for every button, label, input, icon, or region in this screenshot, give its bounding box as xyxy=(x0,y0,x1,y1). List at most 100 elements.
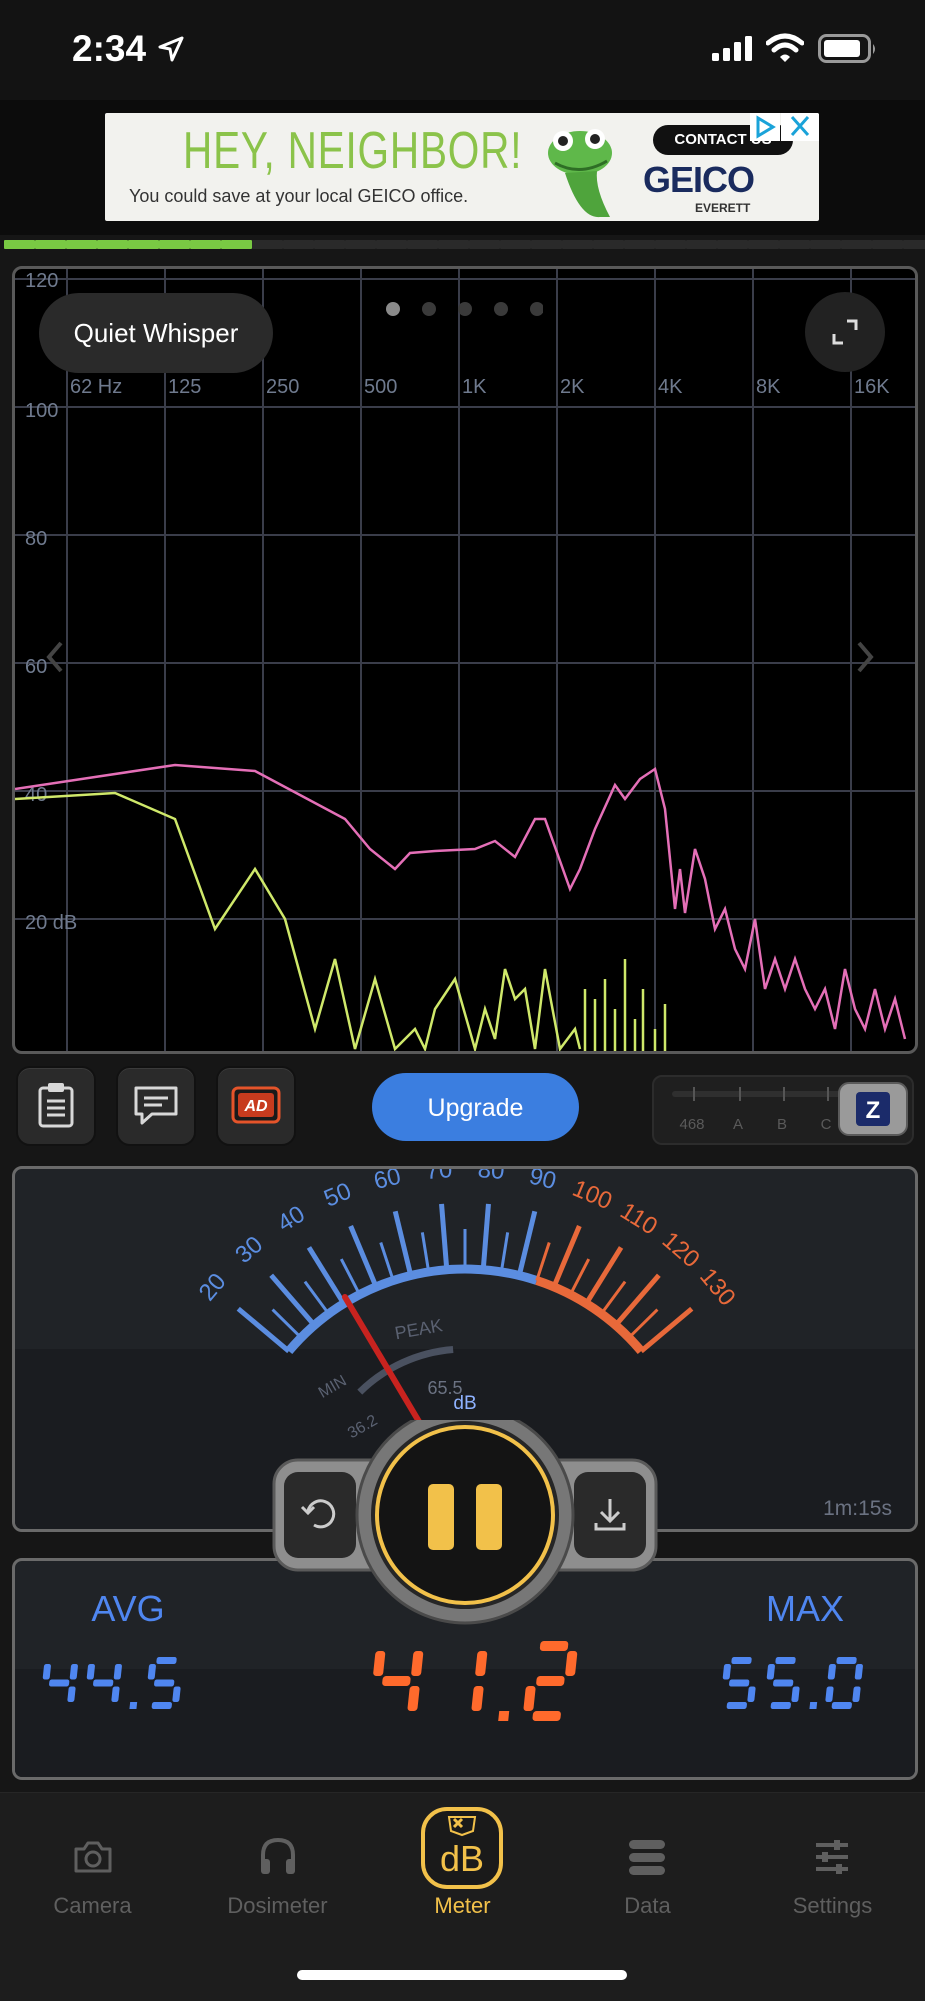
camera-icon xyxy=(74,1841,112,1873)
level-segment xyxy=(190,240,221,249)
scale-label: 40 xyxy=(273,1201,310,1238)
ad-brand: GEICO xyxy=(643,159,755,200)
level-segment xyxy=(686,240,717,249)
display-segment xyxy=(775,1657,796,1664)
scale-tick xyxy=(439,1203,450,1270)
level-segment xyxy=(438,240,469,249)
cellular-signal-icon xyxy=(712,36,752,61)
stack-icon xyxy=(629,1840,665,1875)
meter-unit: dB xyxy=(453,1393,476,1414)
level-segment xyxy=(407,240,438,249)
peak-label: PEAK xyxy=(393,1315,444,1343)
current-spectrum-line xyxy=(15,791,582,1051)
scale-label: 100 xyxy=(569,1175,616,1215)
display-segment xyxy=(539,1641,569,1651)
scale-tick xyxy=(569,1258,591,1296)
gecko-mascot-icon xyxy=(548,129,612,218)
expand-icon xyxy=(832,319,858,345)
freq-tick-label: 4K xyxy=(658,376,683,398)
ad-close-icon[interactable] xyxy=(781,113,819,141)
control-cluster xyxy=(272,1420,658,1625)
weighting-option: A xyxy=(733,1116,743,1133)
chevron-right-icon[interactable] xyxy=(849,637,879,677)
level-segment xyxy=(500,240,531,249)
display-segment xyxy=(93,1679,114,1687)
location-arrow-icon xyxy=(158,36,184,62)
elapsed-time: 1m:15s xyxy=(823,1497,892,1520)
pause-button xyxy=(375,1425,555,1605)
page-dot xyxy=(494,302,508,316)
level-segment xyxy=(810,240,841,249)
tab-label: Dosimeter xyxy=(227,1893,328,1918)
ad-badge-icon: AD xyxy=(231,1086,281,1124)
scale-label: 70 xyxy=(425,1169,454,1185)
tab-label: Meter xyxy=(434,1893,491,1918)
ad-subtext: You could save at your local GEICO offic… xyxy=(129,186,469,206)
display-segment xyxy=(536,1676,565,1686)
scale-tick xyxy=(269,1273,317,1327)
scale-label: 50 xyxy=(320,1177,355,1212)
report-button[interactable] xyxy=(16,1066,96,1146)
scale-tick xyxy=(613,1273,661,1327)
freq-tick-label: 8K xyxy=(756,376,781,398)
reset-button xyxy=(284,1472,356,1558)
upgrade-button[interactable]: Upgrade xyxy=(372,1073,579,1141)
scale-tick xyxy=(639,1306,694,1354)
ad-badge-text: AD xyxy=(243,1098,268,1115)
tab-camera[interactable]: Camera xyxy=(0,1793,185,1933)
freq-tick-label: 1K xyxy=(462,376,487,398)
page-dot xyxy=(422,302,436,316)
scale-label: 60 xyxy=(371,1169,403,1195)
scale-tick xyxy=(348,1225,379,1288)
level-segment xyxy=(903,240,925,249)
scale-label: 120 xyxy=(657,1227,705,1274)
ad-free-button[interactable]: AD xyxy=(216,1066,296,1146)
status-bar: 2:34 xyxy=(0,0,925,100)
display-segment xyxy=(154,1679,175,1687)
scale-tick xyxy=(339,1258,361,1296)
level-segment xyxy=(35,240,66,249)
tab-data[interactable]: Data xyxy=(555,1793,740,1933)
fullscreen-button[interactable] xyxy=(805,292,885,372)
scale-tick xyxy=(480,1203,491,1270)
frequency-weighting-slider[interactable]: 468 A B C Z xyxy=(652,1075,914,1145)
level-segment xyxy=(97,240,128,249)
display-decimal xyxy=(129,1702,138,1709)
freq-tick-label: 250 xyxy=(266,376,299,398)
ad-choices-icon[interactable] xyxy=(750,113,780,141)
ad-location: EVERETT xyxy=(695,201,751,215)
display-segment xyxy=(770,1702,791,1709)
level-segment xyxy=(872,240,903,249)
tab-dosimeter[interactable]: Dosimeter xyxy=(185,1793,370,1933)
scale-label: 130 xyxy=(694,1263,740,1311)
tab-settings[interactable]: Settings xyxy=(740,1793,925,1933)
page-dots[interactable] xyxy=(383,299,543,319)
page-dot xyxy=(386,302,400,316)
freq-tick-label: 500 xyxy=(364,376,397,398)
preset-label-chip[interactable]: Quiet Whisper xyxy=(39,293,273,373)
freq-tick-label: 16K xyxy=(854,376,890,398)
weighting-option: B xyxy=(777,1116,787,1133)
headphones-icon xyxy=(261,1837,295,1874)
pause-bar-right xyxy=(476,1484,502,1550)
ad-banner[interactable]: HEY, NEIGHBOR! You could save at your lo… xyxy=(105,113,819,221)
display-segment xyxy=(731,1657,752,1664)
tab-meter[interactable]: dB Meter xyxy=(370,1793,555,1933)
sliders-icon xyxy=(816,1840,848,1874)
chevron-left-icon[interactable] xyxy=(41,637,71,677)
display-segment xyxy=(836,1657,857,1664)
scale-tick xyxy=(271,1308,303,1339)
level-segment xyxy=(748,240,779,249)
display-segment xyxy=(831,1702,852,1709)
level-segment xyxy=(345,240,376,249)
weighting-option: C xyxy=(821,1116,832,1133)
level-segment xyxy=(531,240,562,249)
level-segment xyxy=(624,240,655,249)
level-segment xyxy=(779,240,810,249)
scale-tick xyxy=(499,1232,510,1273)
battery-icon xyxy=(818,34,875,63)
comment-button[interactable] xyxy=(116,1066,196,1146)
level-segment xyxy=(376,240,407,249)
level-segment xyxy=(562,240,593,249)
level-segment xyxy=(469,240,500,249)
